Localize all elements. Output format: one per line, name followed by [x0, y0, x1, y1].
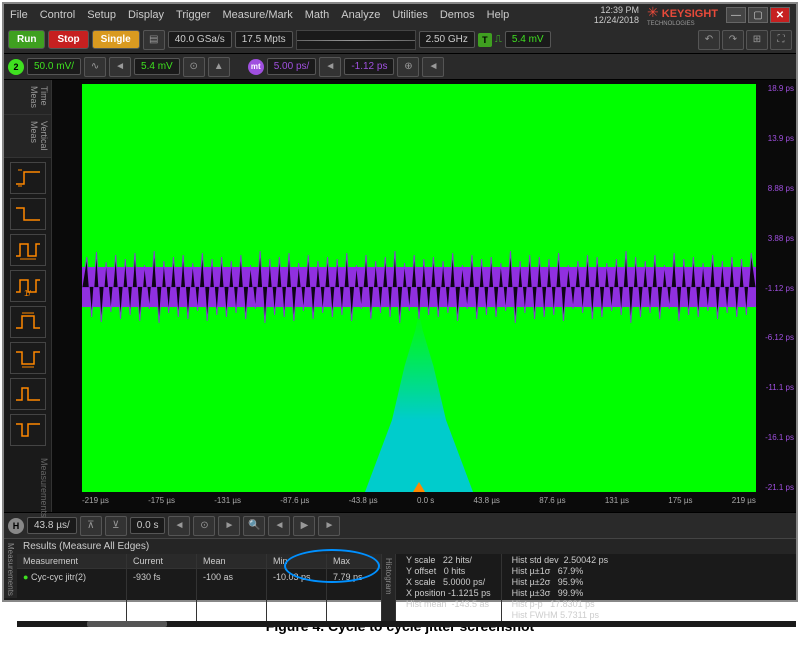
- results-table: Measurement ● Cyc-cyc jitr(2) Current -9…: [17, 554, 796, 621]
- menu-math[interactable]: Math: [305, 9, 329, 21]
- menu-demos[interactable]: Demos: [440, 9, 475, 21]
- mt-prev-icon[interactable]: ◄: [319, 57, 341, 77]
- menu-trigger[interactable]: Trigger: [176, 9, 210, 21]
- mt-add-icon[interactable]: ⊕: [397, 57, 419, 77]
- results-scrollbar[interactable]: [17, 621, 796, 627]
- display-mode-icon[interactable]: ▤: [143, 30, 165, 50]
- meas-tool-frequency[interactable]: 1/: [10, 270, 46, 302]
- col-mean: Mean: [197, 554, 266, 569]
- minimize-button[interactable]: —: [726, 7, 746, 23]
- ch2-up-icon[interactable]: ▲: [208, 57, 230, 77]
- menu-help[interactable]: Help: [487, 9, 510, 21]
- trigger-level-field[interactable]: 5.4 mV: [505, 31, 551, 48]
- tab-measurements-collapsed[interactable]: Measurements: [4, 450, 51, 526]
- cell-max: 7.79 ps: [327, 569, 381, 585]
- h-prev-icon[interactable]: ◄: [168, 516, 190, 536]
- cell-min: -10.03 ps: [267, 569, 326, 585]
- tab-time-meas[interactable]: Time Meas: [4, 80, 51, 115]
- trigger-badge[interactable]: T: [478, 33, 492, 47]
- hist-stats-left: Y scale 22 hits/ Y offset 0 hits X scale…: [395, 554, 501, 621]
- menu-file[interactable]: File: [10, 9, 28, 21]
- channel-2-badge[interactable]: 2: [8, 59, 24, 75]
- acquisition-toolbar: Run Stop Single ▤ 40.0 GSa/s 17.5 Mpts 2…: [4, 26, 796, 54]
- jitter-trace: [82, 247, 756, 327]
- horizontal-badge[interactable]: H: [8, 518, 24, 534]
- meas-tool-duty-pos[interactable]: [10, 378, 46, 410]
- col-max: Max: [327, 554, 381, 569]
- menu-setup[interactable]: Setup: [87, 9, 116, 21]
- h-scale-field[interactable]: 43.8 µs/: [27, 517, 77, 534]
- hist-stats-right: Hist std dev 2.50042 ps Hist µ±1σ 67.9% …: [501, 554, 619, 621]
- cell-mean: -100 as: [197, 569, 266, 585]
- maximize-button[interactable]: ▢: [748, 7, 768, 23]
- plot-canvas[interactable]: [82, 84, 756, 492]
- datetime-display: 12:39 PM 12/24/2018: [594, 5, 639, 25]
- histogram-overlay: [329, 312, 509, 492]
- stop-button[interactable]: Stop: [48, 30, 88, 49]
- h-zero-icon[interactable]: ⊙: [193, 516, 215, 536]
- single-button[interactable]: Single: [92, 30, 140, 49]
- meas-tool-duty-neg[interactable]: [10, 414, 46, 446]
- meas-tool-period[interactable]: [10, 234, 46, 266]
- bandwidth-field[interactable]: 2.50 GHz: [419, 31, 475, 48]
- waveform-display[interactable]: 18.9 ps 13.9 ps 8.88 ps 3.88 ps -1.12 ps…: [52, 80, 796, 512]
- tab-measurements[interactable]: Measurements: [4, 539, 17, 598]
- results-title: Results (Measure All Edges): [17, 539, 796, 554]
- mt-next-icon[interactable]: ◄: [422, 57, 444, 77]
- memory-depth-field[interactable]: 17.5 Mpts: [235, 31, 293, 48]
- meas-tool-pos-width[interactable]: [10, 306, 46, 338]
- col-min: Min: [267, 554, 326, 569]
- zoom-tool-icon[interactable]: 🔍: [243, 516, 265, 536]
- menu-analyze[interactable]: Analyze: [341, 9, 380, 21]
- fullscreen-icon[interactable]: ⛶: [770, 30, 792, 50]
- ch2-offset-field[interactable]: 5.4 mV: [134, 58, 180, 75]
- svg-text:1/: 1/: [24, 289, 31, 298]
- channel-toolbar: 2 50.0 mV/ ∿ ◄ 5.4 mV ⊙ ▲ mt 5.00 ps/ ◄ …: [4, 54, 796, 80]
- menu-measure[interactable]: Measure/Mark: [222, 9, 292, 21]
- ch2-prev-icon[interactable]: ◄: [109, 57, 131, 77]
- h-zoom-out-icon[interactable]: ⊻: [105, 516, 127, 536]
- ch2-zero-icon[interactable]: ⊙: [183, 57, 205, 77]
- h-offset-field[interactable]: 0.0 s: [130, 517, 166, 534]
- cell-meas-name[interactable]: ● Cyc-cyc jitr(2): [17, 569, 126, 585]
- y-axis-labels: 18.9 ps 13.9 ps 8.88 ps 3.88 ps -1.12 ps…: [758, 84, 794, 492]
- meas-tool-neg-width[interactable]: [10, 342, 46, 374]
- results-panel: Measurements Results (Measure All Edges)…: [4, 538, 796, 598]
- tab-histogram[interactable]: Histogram: [382, 554, 395, 621]
- ch2-coupling-icon[interactable]: ∿: [84, 57, 106, 77]
- run-button[interactable]: Run: [8, 30, 45, 49]
- mt-scale-field[interactable]: 5.00 ps/: [267, 58, 317, 75]
- undo-icon[interactable]: ↶: [698, 30, 720, 50]
- measurement-tools-sidebar: Time Meas Vertical Meas 1/ Measurements: [4, 80, 52, 512]
- menu-display[interactable]: Display: [128, 9, 164, 21]
- redo-icon[interactable]: ↷: [722, 30, 744, 50]
- math-trace-badge[interactable]: mt: [248, 59, 264, 75]
- ch2-scale-field[interactable]: 50.0 mV/: [27, 58, 81, 75]
- play-icon[interactable]: ▶: [293, 516, 315, 536]
- horizontal-toolbar: H 43.8 µs/ ⊼ ⊻ 0.0 s ◄ ⊙ ► 🔍 ◄ ▶ ►: [4, 512, 796, 538]
- keysight-logo: ✳ KEYSIGHTTECHNOLOGIES: [647, 4, 718, 27]
- menubar: File Control Setup Display Trigger Measu…: [4, 4, 796, 26]
- tab-vertical-meas[interactable]: Vertical Meas: [4, 115, 51, 158]
- mt-offset-field[interactable]: -1.12 ps: [344, 58, 394, 75]
- trigger-marker-icon: [413, 482, 425, 492]
- sample-rate-field[interactable]: 40.0 GSa/s: [168, 31, 232, 48]
- meas-tool-fall-time[interactable]: [10, 198, 46, 230]
- overview-waveform[interactable]: [296, 30, 416, 50]
- menu-utilities[interactable]: Utilities: [392, 9, 427, 21]
- cell-current: -930 fs: [127, 569, 196, 585]
- h-next-icon[interactable]: ►: [218, 516, 240, 536]
- nav-prev-icon[interactable]: ◄: [268, 516, 290, 536]
- col-current: Current: [127, 554, 196, 569]
- close-button[interactable]: ✕: [770, 7, 790, 23]
- h-zoom-in-icon[interactable]: ⊼: [80, 516, 102, 536]
- x-axis-labels: -219 µs -175 µs -131 µs -87.6 µs -43.8 µ…: [82, 496, 756, 510]
- menu-control[interactable]: Control: [40, 9, 75, 21]
- nav-next-icon[interactable]: ►: [318, 516, 340, 536]
- multiwindow-icon[interactable]: ⊞: [746, 30, 768, 50]
- col-measurement: Measurement: [17, 554, 126, 569]
- meas-tool-rise-time[interactable]: [10, 162, 46, 194]
